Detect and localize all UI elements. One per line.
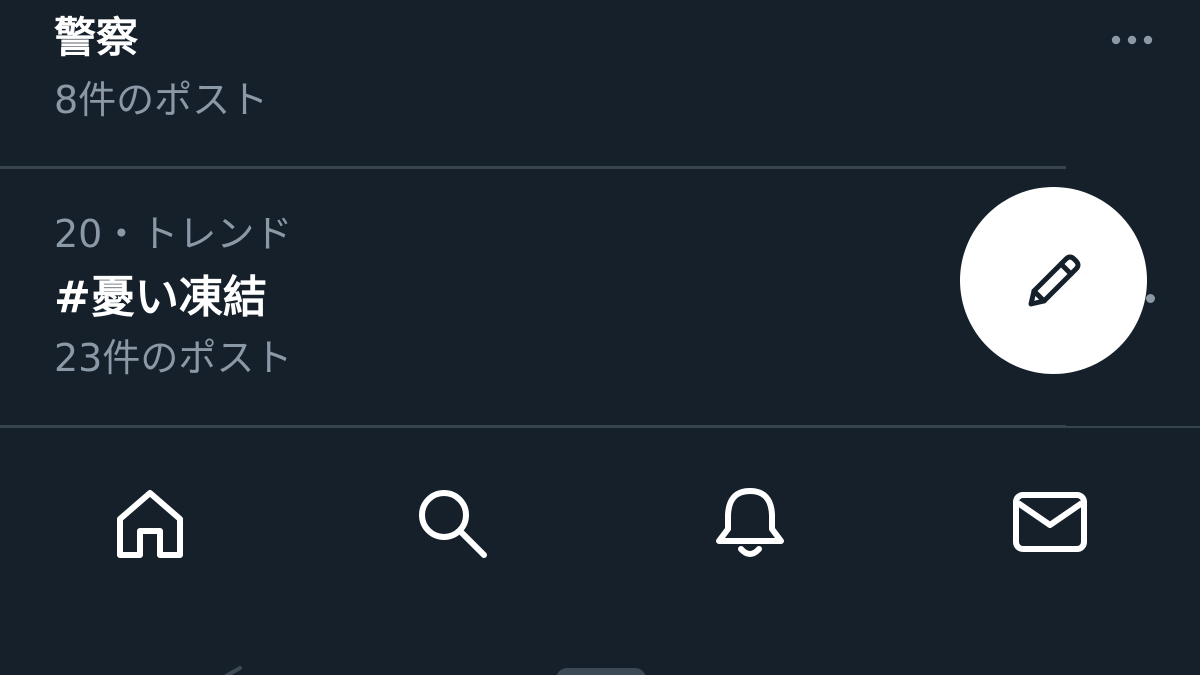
more-options-button[interactable] xyxy=(1104,22,1160,58)
more-options-button[interactable] xyxy=(1146,294,1155,303)
trend-post-count: 8件のポスト xyxy=(54,78,269,122)
trend-meta: 20・トレンド xyxy=(54,212,293,256)
tab-search[interactable] xyxy=(392,468,512,578)
pencil-icon xyxy=(1028,254,1080,306)
tab-notifications[interactable] xyxy=(690,468,810,578)
more-horizontal-icon xyxy=(1111,35,1153,45)
trend-item[interactable]: 警察 8件のポスト xyxy=(0,0,1200,168)
home-gesture-pill[interactable] xyxy=(556,668,646,675)
search-icon xyxy=(419,490,487,558)
back-gesture-icon[interactable] xyxy=(220,662,244,675)
bell-icon xyxy=(716,488,784,557)
compose-post-button[interactable] xyxy=(960,187,1147,374)
bottom-navigation xyxy=(0,428,1200,618)
divider xyxy=(0,166,1066,169)
envelope-icon xyxy=(1013,492,1087,552)
trend-title: 警察 xyxy=(54,13,139,62)
system-navigation-bar xyxy=(0,620,1200,675)
trends-screen: 警察 8件のポスト 20・トレンド #憂い凍結 23件のポスト xyxy=(0,0,1200,675)
tab-home[interactable] xyxy=(90,468,210,578)
trend-title: #憂い凍結 xyxy=(54,272,267,323)
tab-messages[interactable] xyxy=(990,468,1110,578)
home-icon xyxy=(117,490,183,558)
trend-post-count: 23件のポスト xyxy=(54,336,293,380)
